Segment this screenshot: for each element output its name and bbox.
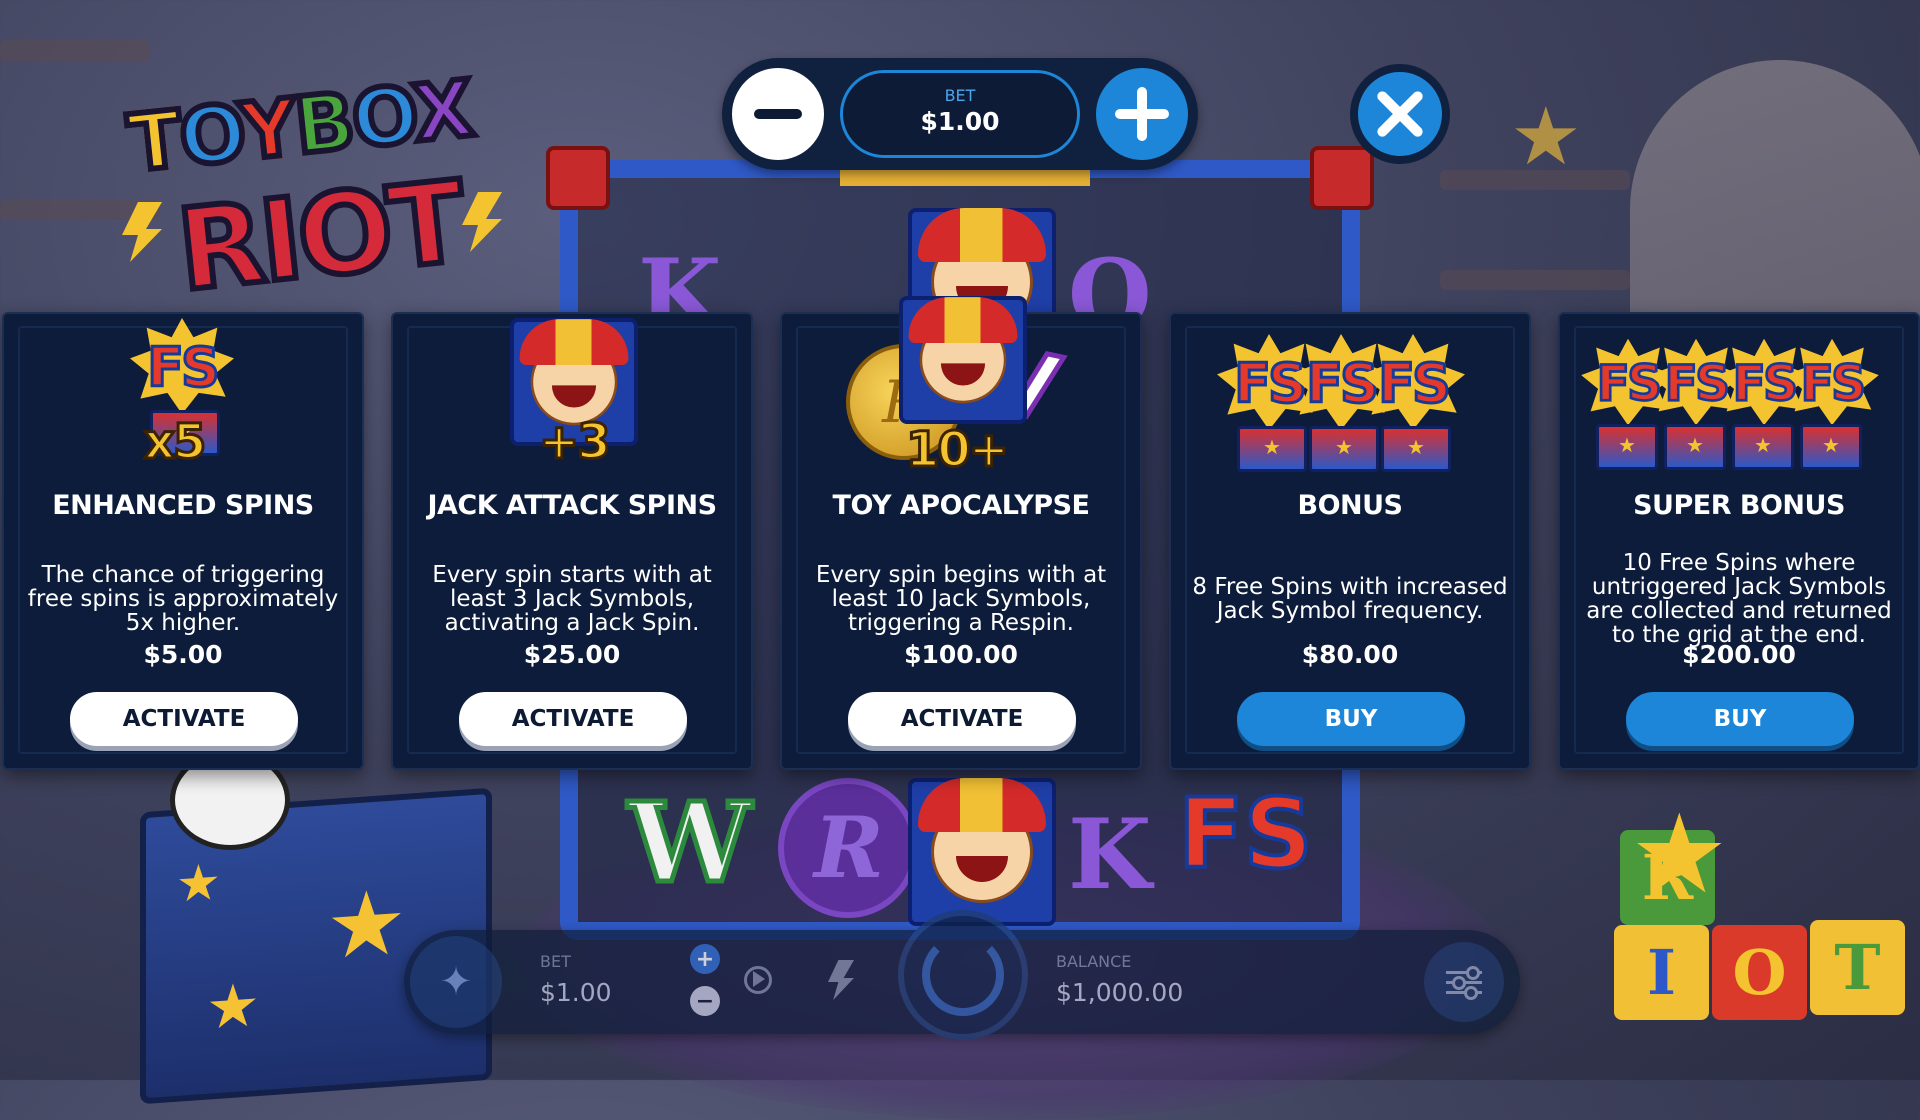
balance-label: BALANCE xyxy=(1056,952,1132,971)
card-description: Every spin starts with at least 3 Jack S… xyxy=(432,562,712,636)
bet-value: $1.00 xyxy=(920,107,1000,136)
card-description: 10 Free Spins where untriggered Jack Sym… xyxy=(1586,550,1892,648)
card-art-label: +3 xyxy=(538,413,613,472)
bottom-bet-decrease-button[interactable]: − xyxy=(690,986,720,1016)
game-logo: TOYBOX RIOT xyxy=(121,61,512,319)
bottom-control-bar: ✦ BET $1.00 + − BALANCE $1,000.00 xyxy=(404,910,1520,1040)
card-description: 8 Free Spins with increased Jack Symbol … xyxy=(1192,574,1508,624)
card-jack-attack-spins: +3 JACK ATTACK SPINS Every spin starts w… xyxy=(391,312,753,770)
card-title: SUPER BONUS xyxy=(1633,490,1845,521)
bottom-bet-increase-button[interactable]: + xyxy=(690,944,720,974)
reel-symbol-r-disc: R xyxy=(778,778,918,918)
decrease-bet-button[interactable] xyxy=(732,68,824,160)
fs-box-icon xyxy=(1381,426,1451,472)
balance-value: $1,000.00 xyxy=(1056,978,1184,1007)
card-art-label: 10+ xyxy=(904,421,1010,480)
fs-box-icon xyxy=(1237,426,1307,472)
card-description: The chance of triggering free spins is a… xyxy=(27,562,339,636)
fs-badge-icon: FS xyxy=(1785,338,1879,426)
block-t: T xyxy=(1810,920,1905,1015)
reel-symbol-fs: FS xyxy=(1176,776,1315,892)
star-icon: ★ xyxy=(206,969,260,1044)
activate-button[interactable]: ACTIVATE xyxy=(459,692,687,746)
spin-icon xyxy=(922,934,1004,1016)
fs-box-icon xyxy=(1309,426,1379,472)
plus-icon xyxy=(1115,87,1169,141)
reel-jester-symbol xyxy=(908,778,1056,926)
close-icon xyxy=(1374,88,1426,140)
card-bonus: FS FS FS BONUS 8 Free Spins with increas… xyxy=(1169,312,1531,770)
fs-box-icon xyxy=(1664,424,1726,470)
turbo-button[interactable] xyxy=(828,960,854,1000)
frame-corner xyxy=(546,146,610,210)
card-price: $80.00 xyxy=(1301,640,1399,669)
close-button[interactable] xyxy=(1350,64,1450,164)
spin-button[interactable] xyxy=(898,910,1028,1040)
card-toy-apocalypse: R V 10+ TOY APOCALYPSE Every spin begins… xyxy=(780,296,1142,770)
card-title: JACK ATTACK SPINS xyxy=(427,490,717,521)
bet-label: BET xyxy=(944,86,976,105)
card-description: Every spin begins with at least 10 Jack … xyxy=(815,562,1107,636)
bg-star-toy: ★ xyxy=(1630,790,1729,918)
fs-box-icon xyxy=(1732,424,1794,470)
fs-badge-icon: FS xyxy=(130,318,234,414)
fs-box-icon xyxy=(1596,424,1658,470)
bg-shelf xyxy=(0,40,150,62)
card-title: TOY APOCALYPSE xyxy=(832,490,1090,521)
autoplay-icon[interactable] xyxy=(744,966,772,994)
activate-button[interactable]: ACTIVATE xyxy=(848,692,1076,746)
frame-corner xyxy=(1310,146,1374,210)
star-icon: ★ xyxy=(326,869,407,981)
three-fs-art: FS FS FS xyxy=(1171,314,1529,484)
settings-sliders-icon xyxy=(1446,966,1482,1000)
bg-star-toy: ★ xyxy=(1510,90,1582,183)
jack-plus-three-art: +3 xyxy=(393,314,751,484)
bet-control: BET $1.00 xyxy=(722,58,1198,170)
settings-button[interactable] xyxy=(1424,942,1504,1022)
card-price: $200.00 xyxy=(1682,640,1796,669)
feature-buy-button[interactable]: ✦ xyxy=(410,936,502,1028)
bottom-bet-value: $1.00 xyxy=(540,978,612,1007)
reel-symbol-r: R xyxy=(814,798,884,897)
card-enhanced-spins: FS x5 ENHANCED SPINS The chance of trigg… xyxy=(2,312,364,770)
bg-shelf xyxy=(1440,270,1630,290)
card-art-label: x5 xyxy=(142,413,207,472)
jester-symbol-icon xyxy=(899,296,1027,424)
card-title: ENHANCED SPINS xyxy=(52,490,314,521)
card-price: $5.00 xyxy=(143,640,223,669)
bottom-bet-label: BET xyxy=(540,952,571,971)
minus-icon xyxy=(754,109,802,119)
logo-riot: RIOT xyxy=(169,155,471,320)
fs-multiplier-art: FS x5 xyxy=(4,314,362,484)
card-price: $25.00 xyxy=(523,640,621,669)
four-fs-art: FS FS FS FS xyxy=(1560,314,1918,484)
reel-symbol-k: K xyxy=(1068,798,1152,911)
increase-bet-button[interactable] xyxy=(1096,68,1188,160)
lightning-icon xyxy=(462,192,502,252)
feature-buy-panel: FS x5 ENHANCED SPINS The chance of trigg… xyxy=(0,296,1920,772)
reel-symbol-w: W xyxy=(626,776,755,910)
star-icon: ★ xyxy=(176,852,221,914)
card-super-bonus: FS FS FS FS SUPER BONUS 10 Free Spins wh… xyxy=(1558,312,1920,770)
card-price: $100.00 xyxy=(904,640,1018,669)
card-title: BONUS xyxy=(1297,490,1404,521)
bet-display: BET $1.00 xyxy=(840,70,1080,158)
buy-button[interactable]: BUY xyxy=(1237,692,1465,746)
fs-box-icon xyxy=(1800,424,1862,470)
block-i: I xyxy=(1614,925,1709,1020)
lightning-icon xyxy=(122,202,162,262)
toy-apocalypse-art: R V 10+ xyxy=(782,296,1140,484)
block-o: O xyxy=(1712,925,1807,1020)
wand-icon: ✦ xyxy=(439,959,473,1005)
activate-button[interactable]: ACTIVATE xyxy=(70,692,298,746)
buy-button[interactable]: BUY xyxy=(1626,692,1854,746)
fs-badge-icon: FS xyxy=(1361,334,1465,430)
